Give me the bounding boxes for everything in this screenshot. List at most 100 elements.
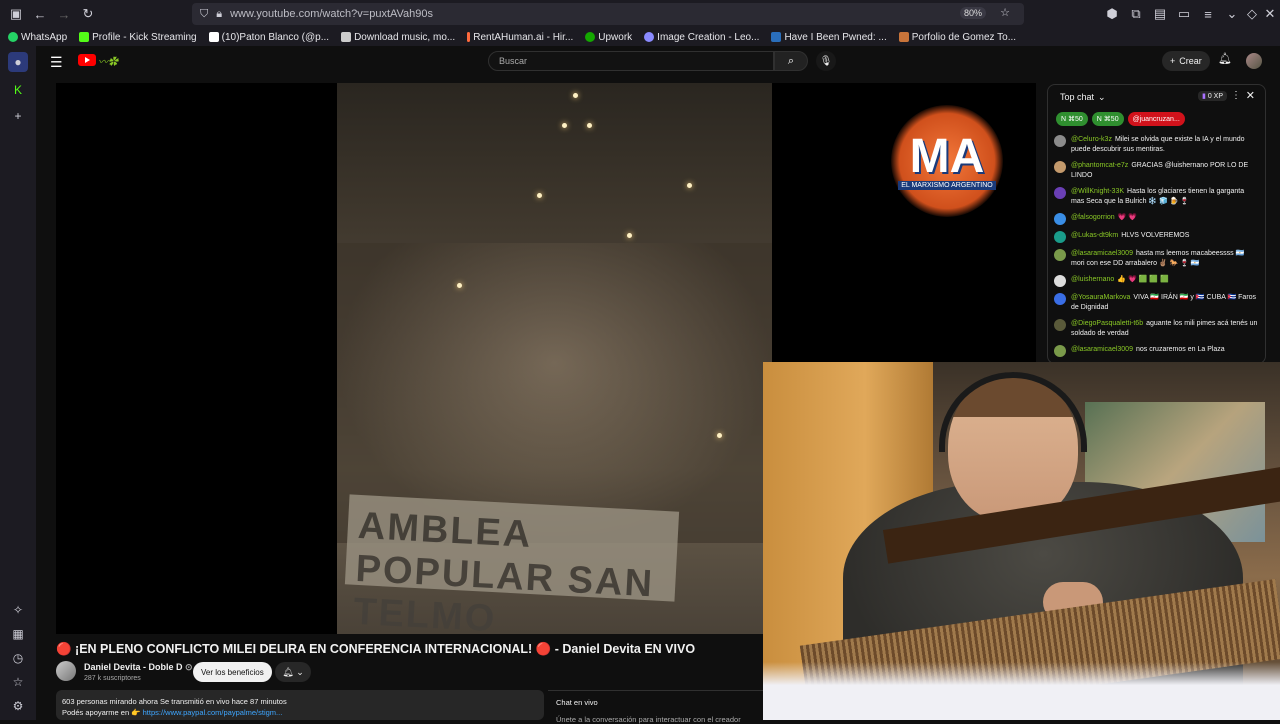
chevron-down-icon[interactable]: ⌄ [1098,92,1106,103]
close-icon[interactable]: ✕ [1246,89,1255,102]
user-avatar [1054,231,1066,243]
ai-sparkle-icon[interactable]: ✧ [8,600,28,620]
chat-input-area[interactable]: Chat en vivo Únete a la conversación par… [548,690,764,724]
video-description[interactable]: 603 personas mirando ahora Se transmitió… [56,690,544,720]
youtube-logo-icon[interactable] [78,54,96,66]
reload-icon[interactable]: ↻ [76,2,100,26]
user-avatar [1054,213,1066,225]
chat-message[interactable]: @phantomcat-e7z GRACIAS @luishernano POR … [1054,161,1259,181]
chat-message[interactable]: @falsogorrion 💗 💗 [1054,213,1259,225]
account-avatar[interactable] [1246,53,1262,69]
subscriber-count: 287 k suscriptores [84,675,141,682]
clock-icon[interactable]: ◷ [8,648,28,668]
verified-icon: ⊙ [185,662,193,672]
chat-section-title: Chat en vivo [556,698,598,707]
back-icon[interactable]: ← [28,2,52,26]
url-bar[interactable]: ⛉ 🔒︎ www.youtube.com/watch?v=puxtAVah90s… [192,3,1024,25]
bookmark-kick[interactable]: Profile - Kick Streaming [79,32,197,43]
bookmark-portfolio[interactable]: Porfolio de Gomez To... [898,32,1016,43]
headphones [939,372,1087,452]
message-author: @phantomcat-e7z [1071,162,1129,169]
user-avatar [1054,161,1066,173]
voice-search-button[interactable]: 🎙︎ [816,51,836,71]
chat-messages: @Celuro-k3z Milei se olvida que existe la… [1048,129,1265,357]
chat-message[interactable]: @Lukas-dt9km HLVS VOLVEREMOS [1054,231,1259,243]
youtube-tab-icon[interactable]: ● [8,52,28,72]
star-icon[interactable]: ☆ [8,672,28,692]
puzzle-icon[interactable]: ⧉ [1124,2,1148,26]
notifications-bell-icon[interactable]: 🔔︎ [1218,52,1232,65]
browser-toolbar: ▣ ← → ↻ ⛉ 🔒︎ www.youtube.com/watch?v=pux… [0,0,1280,28]
kick-tab-icon[interactable]: K [8,80,28,100]
video-title: 🔴 ¡EN PLENO CONFLICTO MILEI DELIRA EN CO… [56,642,696,656]
chat-header: Top chat ⌄ ▮ 0 XP ⋮ ✕ [1048,85,1265,109]
zoom-level[interactable]: 80% [959,7,986,19]
message-author: @DiegoPasqualetti-t6b [1071,320,1144,327]
close-window-icon[interactable]: ✕ [1258,2,1280,26]
create-button[interactable]: + Crear [1162,51,1210,71]
xp-badge[interactable]: ▮ 0 XP [1198,91,1227,101]
whatsapp-icon [8,32,18,42]
message-author: @lasaramicael3009 [1071,346,1133,353]
chat-message[interactable]: @Celuro-k3z Milei se olvida que existe la… [1054,135,1259,155]
bookmark-whatsapp[interactable]: WhatsApp [8,32,67,43]
bookmark-upwork[interactable]: Upwork [585,32,632,43]
chat-mode-selector[interactable]: Top chat [1060,92,1094,102]
xp-icon: ▮ [1202,93,1206,100]
channel-avatar[interactable] [56,661,76,681]
chat-message[interactable]: @WillKnight-33K Hasta los glaciares tiene… [1054,187,1259,207]
globe-icon [644,32,655,42]
support-text: Podés apoyarme en 👉 [62,708,143,717]
chat-message[interactable]: @DiegoPasqualetti-t6b aguante los mili pi… [1054,319,1259,339]
container-icon[interactable]: ▤ [1148,2,1172,26]
protest-banner: AMBLEA POPULAR SAN TELMO [344,494,680,634]
chat-message[interactable]: @lasaramicael3009 nos cruzaremos en La Pl… [1054,345,1259,357]
ticker-chip[interactable]: @juancruzan... [1127,112,1185,126]
search-button[interactable]: ⌕ [774,51,808,71]
user-avatar [1054,293,1066,305]
user-avatar [1054,249,1066,261]
user-avatar [1054,187,1066,199]
menu-icon[interactable]: ≡ [1196,2,1220,26]
history-list-icon[interactable]: ▦ [8,624,28,644]
search-input[interactable]: Buscar [488,51,774,71]
channel-watermark-logo: MA EL MARXISMO ARGENTINO [891,105,1003,217]
message-author: @WillKnight-33K [1071,188,1125,195]
bookmark-tiktok[interactable]: (10)Paton Blanco (@p... [208,32,329,43]
pwned-icon [771,32,782,42]
extension-icon[interactable]: ⬢ [1100,2,1124,26]
message-text: 💗 💗 [1117,214,1138,221]
ticker-chip[interactable]: N ⌘50 [1056,112,1088,126]
chat-message[interactable]: @YosauraMarkova VIVA 🇮🇷 IRÁN 🇮🇷 y 🇨🇺 CUBA… [1054,293,1259,313]
paypal-link[interactable]: https://www.paypal.com/paypalme/stigm... [143,708,283,717]
browser-sidebar: ● K + ✧ ▦ ◷ ☆ ⚙ [0,46,36,720]
sidebar-icon[interactable]: ▭ [1172,2,1196,26]
benefits-button[interactable]: Ver los beneficios [193,662,272,682]
add-tab-icon[interactable]: + [8,106,28,126]
bookmark-rentahuman[interactable]: RentAHuman.ai - Hir... [467,32,573,43]
message-author: @lasaramicael3009 [1071,250,1133,257]
hamburger-menu-icon[interactable]: ☰ [50,54,63,71]
message-author: @Celuro-k3z [1071,136,1112,143]
bell-icon: 🔔︎ [282,666,294,677]
bookmark-star-icon[interactable]: ☆ [1000,6,1010,19]
bookmark-haveibeenpwned[interactable]: Have I Been Pwned: ... [771,32,887,43]
chat-message[interactable]: @lasaramicael3009 hasta ms leemos macabee… [1054,249,1259,269]
sidebar-toggle-icon[interactable]: ▣ [4,2,28,26]
user-avatar [1054,319,1066,331]
ticker-chip[interactable]: N ⌘50 [1091,112,1124,126]
forward-icon[interactable]: → [52,2,76,26]
chat-message[interactable]: @luishernano 👍 💗 🟩 🟩 🟩 [1054,275,1259,287]
doodle-icon: 〰✿ [98,57,118,68]
more-options-icon[interactable]: ⋮ [1231,90,1241,101]
bookmark-image-creation[interactable]: Image Creation - Leo... [644,32,759,43]
settings-icon[interactable]: ⚙ [8,696,28,716]
message-author: @falsogorrion [1071,214,1115,221]
bookmarks-bar: WhatsApp Profile - Kick Streaming (10)Pa… [0,28,1280,46]
watching-info: 603 personas mirando ahora Se transmitió… [62,697,287,706]
subscription-bell-button[interactable]: 🔔︎ ⌄ [275,662,311,682]
channel-name[interactable]: Daniel Devita - Doble D ⊙ [84,662,193,673]
mic-icon: 🎙︎ [819,55,833,67]
kick-icon [79,32,90,42]
bookmark-download-music[interactable]: Download music, mo... [341,32,455,43]
